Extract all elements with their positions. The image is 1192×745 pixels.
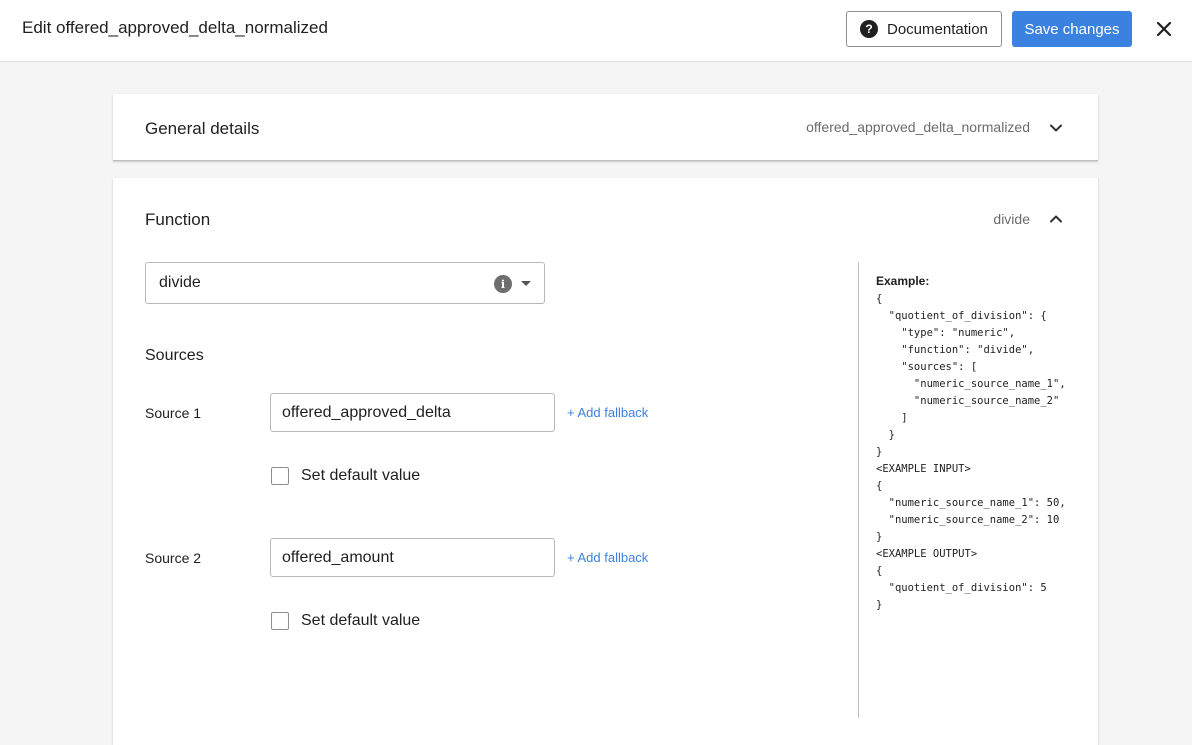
- source-2-input[interactable]: [270, 538, 555, 577]
- close-icon[interactable]: [1152, 17, 1176, 41]
- source-1-default-checkbox[interactable]: [271, 467, 289, 485]
- source-2-add-fallback-link[interactable]: + Add fallback: [567, 550, 648, 565]
- source-1-add-fallback-link[interactable]: + Add fallback: [567, 405, 648, 420]
- general-details-title: General details: [145, 119, 260, 138]
- general-details-summary: offered_approved_delta_normalized: [806, 119, 1030, 135]
- example-title: Example:: [876, 274, 930, 288]
- function-select[interactable]: divide i: [145, 262, 545, 304]
- top-bar: Edit offered_approved_delta_normalized ?…: [0, 0, 1192, 62]
- example-code-block: { "quotient_of_division": { "type": "num…: [876, 293, 1066, 611]
- source-2-label: Source 2: [145, 550, 202, 566]
- general-details-section[interactable]: General details offered_approved_delta_n…: [113, 94, 1098, 161]
- chevron-up-icon[interactable]: [1048, 211, 1064, 227]
- source-1-input[interactable]: [270, 393, 555, 432]
- save-changes-button[interactable]: Save changes: [1012, 11, 1132, 47]
- source-1-label: Source 1: [145, 405, 202, 421]
- sources-title: Sources: [145, 347, 204, 364]
- function-select-value: divide: [159, 274, 201, 291]
- source-2-default-label: Set default value: [301, 612, 421, 629]
- chevron-down-icon[interactable]: [1048, 120, 1064, 136]
- source-1-default-label: Set default value: [301, 467, 421, 484]
- caret-down-icon: [521, 281, 531, 286]
- example-divider: [858, 262, 859, 718]
- documentation-label: Documentation: [887, 20, 988, 38]
- info-icon[interactable]: i: [494, 275, 512, 293]
- function-summary: divide: [993, 211, 1030, 227]
- help-circle-icon: ?: [860, 20, 878, 38]
- page-title: Edit offered_approved_delta_normalized: [22, 18, 328, 37]
- documentation-button[interactable]: ? Documentation: [846, 11, 1002, 47]
- source-2-default-checkbox[interactable]: [271, 612, 289, 630]
- function-title: Function: [145, 210, 211, 229]
- function-section: Function divide divide i Sources Source …: [113, 178, 1098, 745]
